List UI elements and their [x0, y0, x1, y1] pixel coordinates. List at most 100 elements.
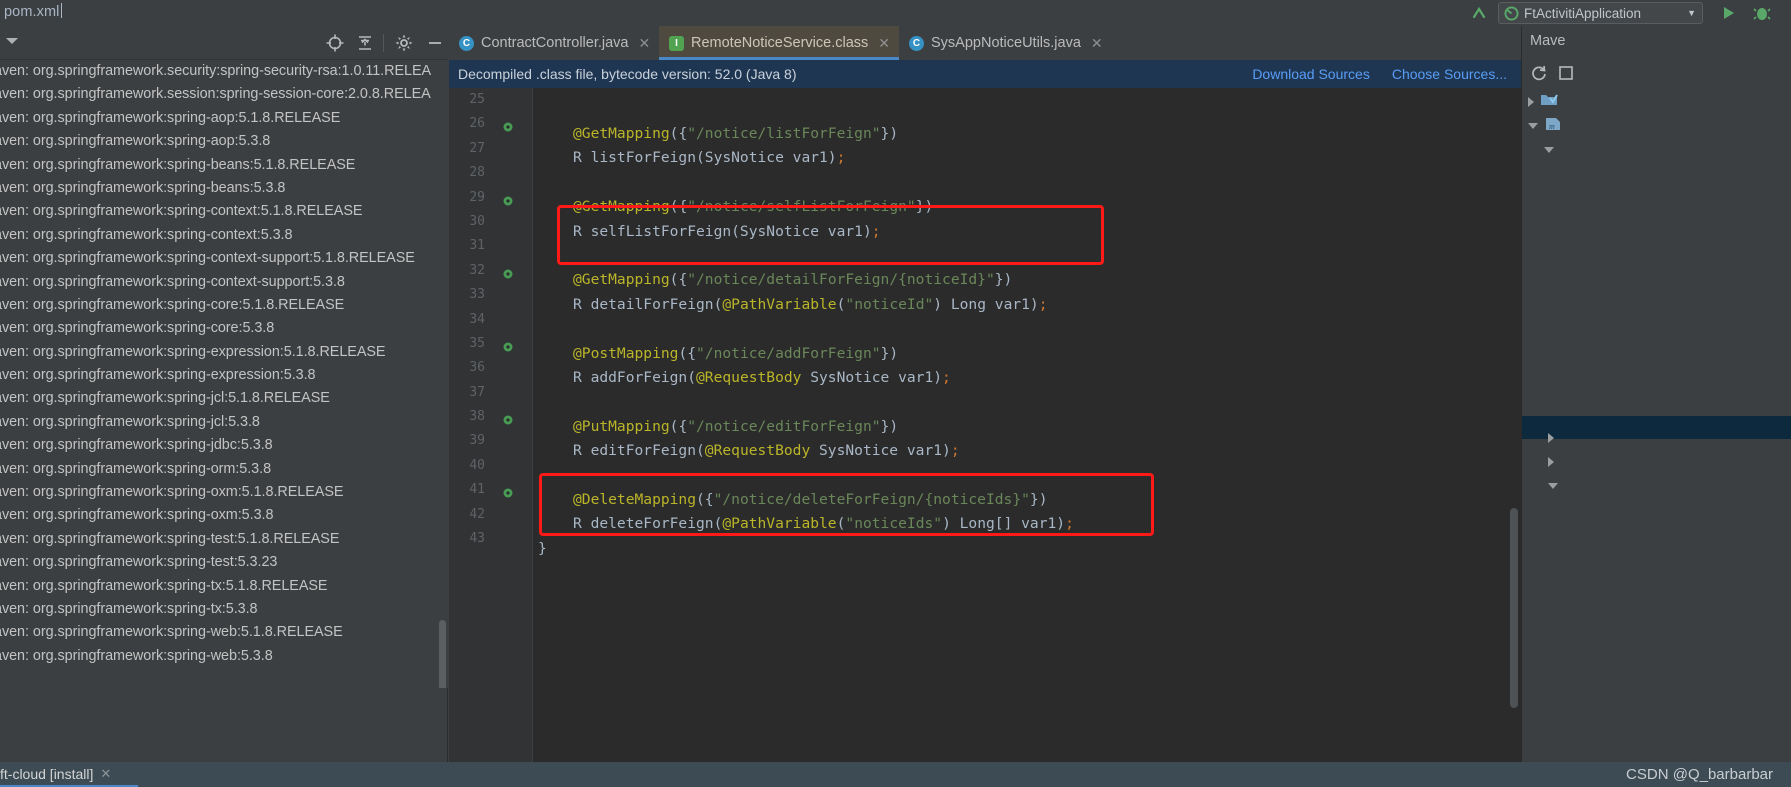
- gutter-line-number[interactable]: 38: [449, 405, 532, 429]
- code-line[interactable]: [533, 561, 1521, 585]
- code-line[interactable]: [533, 463, 1521, 487]
- debug-icon[interactable]: [1752, 3, 1772, 23]
- dependency-list[interactable]: aven: org.springframework.security:sprin…: [0, 60, 448, 688]
- gutter-line-number[interactable]: 40: [449, 454, 532, 478]
- run-configuration-selector[interactable]: FtActivitiApplication ▼: [1498, 2, 1703, 24]
- code-editor[interactable]: 25 26 27 28 29 30 31 32 33 34 35 36 37 38 39 40 41 42 43 @…: [449, 88, 1521, 762]
- implemented-method-icon[interactable]: [503, 265, 514, 279]
- editor-tab-contractcontroller-java[interactable]: C ContractController.java ✕: [449, 26, 659, 60]
- code-line[interactable]: R editForFeign(@RequestBody SysNotice va…: [533, 439, 1521, 463]
- implemented-method-icon[interactable]: [503, 484, 514, 498]
- chevron-down-icon[interactable]: [1548, 483, 1558, 489]
- dependency-row[interactable]: aven: org.springframework:spring-core:5.…: [0, 317, 448, 340]
- settings-gear-icon[interactable]: [394, 33, 414, 53]
- implemented-method-icon[interactable]: [503, 411, 514, 425]
- dependency-row[interactable]: aven: org.springframework:spring-oxm:5.1…: [0, 481, 448, 504]
- background-task-item[interactable]: ft-cloud [install] ✕: [0, 766, 111, 782]
- editor-tab-sysappnoticeutils-java[interactable]: C SysAppNoticeUtils.java ✕: [899, 26, 1112, 60]
- tree-row[interactable]: [1522, 474, 1791, 498]
- dependency-row[interactable]: aven: org.springframework:spring-jcl:5.3…: [0, 411, 448, 434]
- tree-row[interactable]: [1522, 90, 1791, 114]
- dependency-row[interactable]: aven: org.springframework:spring-test:5.…: [0, 551, 448, 574]
- close-icon[interactable]: ✕: [878, 35, 890, 52]
- code-line[interactable]: @PutMapping({"/notice/editForFeign"}): [533, 415, 1521, 439]
- dependency-row[interactable]: aven: org.springframework:spring-orm:5.3…: [0, 458, 448, 481]
- code-line[interactable]: [533, 244, 1521, 268]
- gutter-line-number[interactable]: 41: [449, 478, 532, 502]
- dependency-row[interactable]: aven: org.springframework:spring-context…: [0, 271, 448, 294]
- gutter-line-number[interactable]: 43: [449, 527, 532, 551]
- dependency-row[interactable]: aven: org.springframework:spring-beans:5…: [0, 177, 448, 200]
- dependency-row[interactable]: aven: org.springframework:spring-express…: [0, 341, 448, 364]
- chevron-down-icon[interactable]: [6, 38, 18, 44]
- close-icon[interactable]: ✕: [1091, 35, 1103, 52]
- add-icon[interactable]: [1558, 65, 1574, 86]
- code-line[interactable]: R listForFeign(SysNotice var1);: [533, 146, 1521, 170]
- gutter-line-number[interactable]: 31: [449, 234, 532, 258]
- chevron-down-icon[interactable]: [1528, 123, 1538, 129]
- left-panel-scrollbar[interactable]: [439, 620, 446, 688]
- gutter-line-number[interactable]: 42: [449, 503, 532, 527]
- editor-scrollbar[interactable]: [1510, 508, 1518, 708]
- dependency-row[interactable]: aven: org.springframework:spring-jdbc:5.…: [0, 434, 448, 457]
- dependency-row[interactable]: aven: org.springframework:spring-tx:5.1.…: [0, 575, 448, 598]
- dependency-row[interactable]: aven: org.springframework:spring-context…: [0, 224, 448, 247]
- gutter-line-number[interactable]: 25: [449, 88, 532, 112]
- chevron-down-icon[interactable]: [1544, 147, 1554, 153]
- breadcrumb[interactable]: pom.xml: [4, 3, 62, 20]
- code-line[interactable]: [533, 171, 1521, 195]
- gutter-line-number[interactable]: 28: [449, 161, 532, 185]
- code-content[interactable]: @GetMapping({"/notice/listForFeign"}) R l…: [533, 88, 1521, 762]
- dependency-row[interactable]: aven: org.springframework:spring-aop:5.3…: [0, 130, 448, 153]
- code-line[interactable]: [533, 317, 1521, 341]
- dependency-row[interactable]: aven: org.springframework.session:spring…: [0, 83, 448, 106]
- gutter-line-number[interactable]: 33: [449, 283, 532, 307]
- code-line[interactable]: R selfListForFeign(SysNotice var1);: [533, 220, 1521, 244]
- tree-row[interactable]: m: [1522, 114, 1791, 138]
- code-line[interactable]: R detailForFeign(@PathVariable("noticeId…: [533, 293, 1521, 317]
- run-icon[interactable]: [1718, 3, 1738, 23]
- chevron-right-icon[interactable]: [1548, 433, 1554, 443]
- collapse-all-icon[interactable]: [355, 33, 375, 53]
- refresh-icon[interactable]: [1530, 64, 1548, 87]
- code-line[interactable]: @GetMapping({"/notice/selfListForFeign"}…: [533, 195, 1521, 219]
- tree-row[interactable]: [1522, 426, 1791, 450]
- gutter-line-number[interactable]: 34: [449, 308, 532, 332]
- dependency-row[interactable]: aven: org.springframework:spring-express…: [0, 364, 448, 387]
- chevron-down-icon[interactable]: ▼: [1687, 8, 1696, 18]
- chevron-right-icon[interactable]: [1528, 97, 1534, 107]
- choose-sources-link[interactable]: Choose Sources...: [1392, 66, 1507, 82]
- dependency-row[interactable]: aven: org.springframework:spring-aop:5.1…: [0, 107, 448, 130]
- code-line[interactable]: R deleteForFeign(@PathVariable("noticeId…: [533, 512, 1521, 536]
- dependency-row[interactable]: aven: org.springframework:spring-web:5.1…: [0, 621, 448, 644]
- dependency-row[interactable]: aven: org.springframework:spring-web:5.3…: [0, 645, 448, 668]
- back-arrow-icon[interactable]: [1470, 4, 1488, 22]
- dependency-row[interactable]: aven: org.springframework:spring-context…: [0, 247, 448, 270]
- chevron-right-icon[interactable]: [1548, 457, 1554, 467]
- close-icon[interactable]: ✕: [100, 766, 111, 782]
- implemented-method-icon[interactable]: [503, 338, 514, 352]
- dependency-row[interactable]: aven: org.springframework:spring-test:5.…: [0, 528, 448, 551]
- dependency-row[interactable]: aven: org.springframework:spring-context…: [0, 200, 448, 223]
- gutter-line-number[interactable]: 32: [449, 259, 532, 283]
- dependency-row[interactable]: aven: org.springframework:spring-beans:5…: [0, 154, 448, 177]
- gutter-line-number[interactable]: 36: [449, 356, 532, 380]
- tree-row[interactable]: [1522, 450, 1791, 474]
- code-line[interactable]: @DeleteMapping({"/notice/deleteForFeign/…: [533, 488, 1521, 512]
- download-sources-link[interactable]: Download Sources: [1252, 66, 1370, 82]
- code-line[interactable]: @PostMapping({"/notice/addForFeign"}): [533, 342, 1521, 366]
- code-line[interactable]: @GetMapping({"/notice/detailForFeign/{no…: [533, 268, 1521, 292]
- code-line[interactable]: }: [533, 537, 1521, 561]
- dependency-row[interactable]: aven: org.springframework:spring-oxm:5.3…: [0, 504, 448, 527]
- implemented-method-icon[interactable]: [503, 192, 514, 206]
- gutter-line-number[interactable]: 27: [449, 137, 532, 161]
- editor-gutter[interactable]: 25 26 27 28 29 30 31 32 33 34 35 36 37 38 39 40 41 42 43: [449, 88, 532, 762]
- gutter-line-number[interactable]: 30: [449, 210, 532, 234]
- gutter-line-number[interactable]: 35: [449, 332, 532, 356]
- dependency-row[interactable]: aven: org.springframework.security:sprin…: [0, 60, 448, 83]
- code-line[interactable]: R addForFeign(@RequestBody SysNotice var…: [533, 366, 1521, 390]
- code-line[interactable]: @GetMapping({"/notice/listForFeign"}): [533, 122, 1521, 146]
- gutter-line-number[interactable]: 37: [449, 381, 532, 405]
- locate-icon[interactable]: [325, 33, 345, 53]
- gutter-line-number[interactable]: 26: [449, 112, 532, 136]
